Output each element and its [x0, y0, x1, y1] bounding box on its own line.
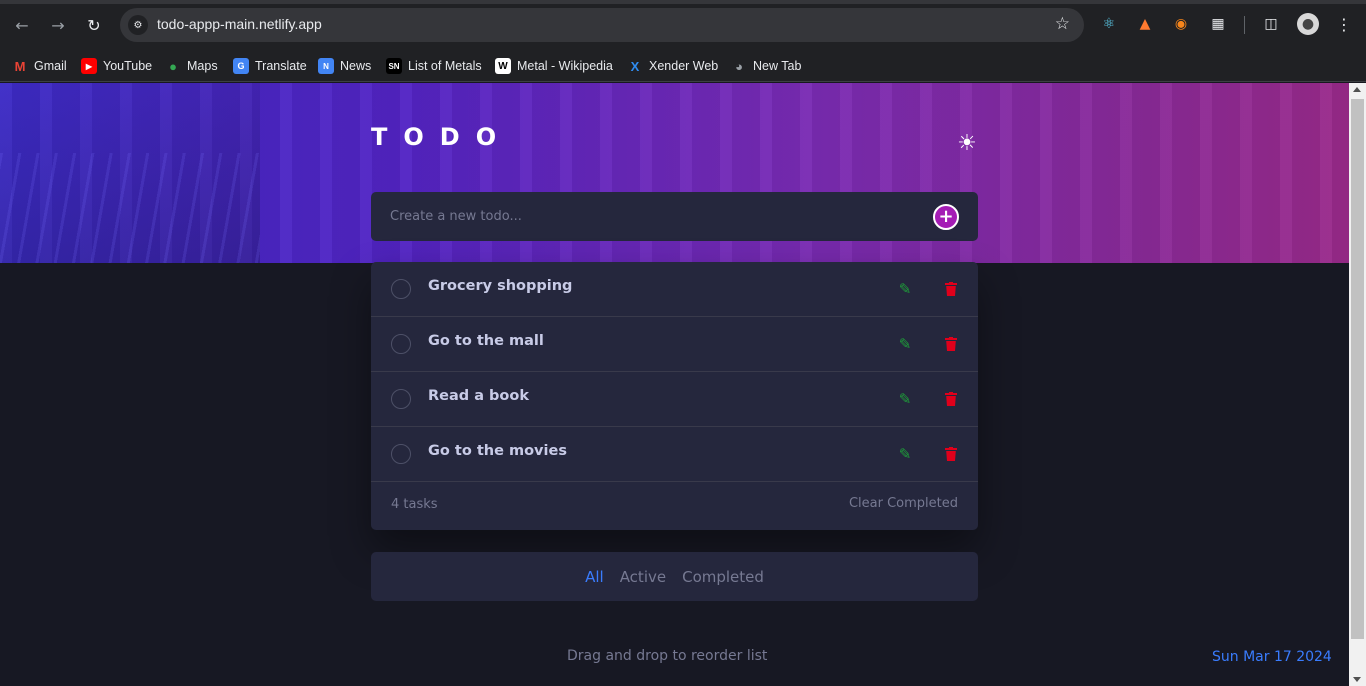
- bookmark-translate[interactable]: G Translate: [233, 54, 307, 78]
- youtube-icon: ▶: [81, 58, 97, 74]
- todo-item[interactable]: Go to the mall ✎: [371, 317, 978, 372]
- gmail-icon: M: [14, 58, 26, 74]
- menu-kebab-icon[interactable]: ⋮: [1334, 14, 1354, 34]
- bookmark-label: Xender Web: [649, 59, 719, 73]
- bookmark-maps[interactable]: ● Maps: [165, 54, 218, 78]
- bookmark-label: New Tab: [753, 59, 802, 73]
- side-panel-icon[interactable]: ◫: [1261, 14, 1281, 34]
- wikipedia-icon: W: [495, 58, 511, 74]
- filter-completed[interactable]: Completed: [682, 568, 764, 586]
- todo-item[interactable]: Read a book ✎: [371, 372, 978, 427]
- tab-strip: [0, 0, 1366, 4]
- header-railing-texture: [0, 153, 260, 263]
- todo-list-footer: 4 tasks Clear Completed: [371, 482, 978, 530]
- bookmark-metal-wikipedia[interactable]: W Metal - Wikipedia: [495, 54, 613, 78]
- browser-toolbar: ← → ↻ ⚙ todo-appp-main.netlify.app ☆ ⚛ ▲…: [0, 0, 1366, 49]
- todo-checkbox[interactable]: [391, 334, 411, 354]
- scroll-up-arrow-icon[interactable]: [1353, 87, 1361, 92]
- profile-avatar[interactable]: ●: [1297, 13, 1319, 35]
- bookmark-label: News: [340, 59, 372, 73]
- todo-list: Grocery shopping ✎ Go to the mall ✎ Read…: [371, 262, 978, 530]
- new-todo-bar: +: [371, 192, 978, 241]
- bookmark-label: YouTube: [103, 59, 153, 73]
- filter-bar: All Active Completed: [371, 552, 978, 601]
- todo-checkbox[interactable]: [391, 389, 411, 409]
- site-settings-icon[interactable]: ⚙: [128, 15, 148, 35]
- todo-item[interactable]: Go to the movies ✎: [371, 427, 978, 482]
- bookmark-label: Gmail: [34, 59, 67, 73]
- extension-icon[interactable]: ▲: [1135, 14, 1155, 34]
- add-todo-button[interactable]: +: [933, 204, 959, 230]
- todo-text: Grocery shopping: [428, 278, 573, 294]
- metamask-icon[interactable]: ◉: [1171, 14, 1191, 34]
- page-scrollbar[interactable]: [1349, 83, 1366, 686]
- trash-icon[interactable]: [942, 280, 960, 298]
- bookmark-label: Maps: [187, 59, 218, 73]
- scrollbar-thumb[interactable]: [1351, 99, 1364, 639]
- bookmarks-bar: M Gmail ▶ YouTube ● Maps G Translate N N…: [0, 49, 1366, 82]
- todo-item[interactable]: Grocery shopping ✎: [371, 262, 978, 317]
- bookmark-list-of-metals[interactable]: SN List of Metals: [386, 54, 482, 78]
- extensions-puzzle-icon[interactable]: ▦: [1208, 14, 1228, 34]
- todo-page: TODO ☀ + Grocery shopping ✎ Go to the ma…: [0, 83, 1349, 686]
- trash-icon[interactable]: [942, 335, 960, 353]
- bookmark-star-icon[interactable]: ☆: [1055, 14, 1070, 34]
- edit-icon[interactable]: ✎: [896, 390, 914, 408]
- drag-drop-hint: Drag and drop to reorder list: [567, 648, 768, 664]
- edit-icon[interactable]: ✎: [896, 445, 914, 463]
- todo-checkbox[interactable]: [391, 444, 411, 464]
- address-bar[interactable]: ⚙ todo-appp-main.netlify.app ☆: [120, 8, 1084, 42]
- react-devtools-icon[interactable]: ⚛: [1099, 14, 1119, 34]
- trash-icon[interactable]: [942, 390, 960, 408]
- xender-icon: X: [630, 58, 640, 74]
- items-left-count: 4 tasks: [391, 497, 438, 512]
- maps-icon: ●: [169, 58, 177, 74]
- new-todo-input[interactable]: [390, 204, 910, 228]
- news-icon: N: [318, 58, 334, 74]
- todo-text: Go to the movies: [428, 443, 567, 459]
- sun-icon[interactable]: ☀: [955, 131, 979, 156]
- edit-icon[interactable]: ✎: [896, 280, 914, 298]
- filter-all[interactable]: All: [585, 568, 604, 586]
- reload-icon[interactable]: ↻: [82, 13, 106, 37]
- todo-text: Read a book: [428, 388, 529, 404]
- bookmark-xender-web[interactable]: X Xender Web: [627, 54, 719, 78]
- todo-text: Go to the mall: [428, 333, 544, 349]
- page-title: TODO: [371, 123, 513, 151]
- bookmark-label: Metal - Wikipedia: [517, 59, 613, 73]
- globe-icon: ◕: [735, 58, 743, 74]
- scroll-down-arrow-icon[interactable]: [1353, 677, 1361, 682]
- sn-icon: SN: [386, 58, 402, 74]
- bookmark-news[interactable]: N News: [318, 54, 371, 78]
- clear-completed-button[interactable]: Clear Completed: [849, 496, 958, 511]
- current-date: Sun Mar 17 2024: [1212, 649, 1332, 665]
- toolbar-divider: [1244, 16, 1245, 34]
- bookmark-label: List of Metals: [408, 59, 482, 73]
- bookmark-youtube[interactable]: ▶ YouTube: [81, 54, 152, 78]
- bookmark-label: Translate: [255, 59, 307, 73]
- url-text[interactable]: todo-appp-main.netlify.app: [157, 16, 322, 32]
- todo-checkbox[interactable]: [391, 279, 411, 299]
- filter-active[interactable]: Active: [620, 568, 666, 586]
- back-icon[interactable]: ←: [10, 13, 34, 37]
- forward-icon[interactable]: →: [46, 13, 70, 37]
- edit-icon[interactable]: ✎: [896, 335, 914, 353]
- bookmark-new-tab[interactable]: ◕ New Tab: [731, 54, 801, 78]
- bookmark-gmail[interactable]: M Gmail: [12, 54, 67, 78]
- translate-icon: G: [233, 58, 249, 74]
- trash-icon[interactable]: [942, 445, 960, 463]
